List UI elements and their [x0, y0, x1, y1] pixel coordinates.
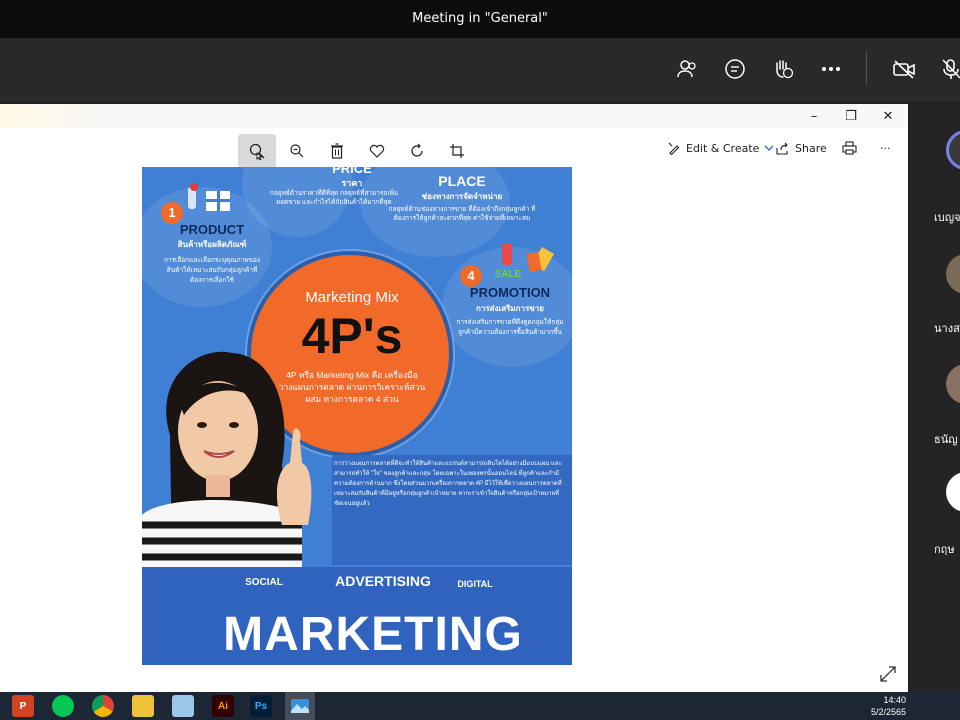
close-glyph: ✕ [882, 108, 894, 124]
more-icon[interactable] [818, 56, 844, 82]
meeting-toolbar [0, 38, 960, 102]
edit-create-label: Edit & Create [686, 141, 760, 155]
chevron-down-icon [764, 145, 774, 151]
crop-icon [450, 144, 464, 158]
gift-icon [184, 181, 236, 215]
windows-taskbar: P Ai Ps 14:40 5/2/2565 [0, 692, 960, 720]
raise-hand-icon[interactable] [770, 56, 796, 82]
crop-button[interactable] [438, 134, 476, 168]
product-subtitle: สินค้าหรือผลิตภัณฑ์ [177, 240, 247, 249]
illustrator-label: Ai [218, 700, 228, 712]
zoom-in-icon [249, 143, 265, 160]
favorite-button[interactable] [358, 134, 396, 168]
heart-icon [369, 144, 385, 158]
delete-button[interactable] [318, 134, 356, 168]
line-icon[interactable] [52, 695, 74, 717]
rotate-icon [411, 143, 423, 157]
edit-icon [668, 142, 680, 155]
circle-title: Marketing Mix [305, 289, 399, 306]
minimize-button[interactable]: – [796, 104, 832, 128]
more-options-button[interactable]: ··· [880, 138, 891, 158]
notepad-icon[interactable] [172, 695, 194, 717]
participant-name: ธนัญ [934, 434, 958, 446]
clock-time: 14:40 [883, 695, 906, 705]
participant-avatar[interactable] [946, 130, 960, 170]
illustrator-icon[interactable]: Ai [212, 695, 234, 717]
share-label: Share [795, 141, 827, 155]
system-clock[interactable]: 14:40 5/2/2565 [856, 694, 906, 718]
powerpoint-icon[interactable]: P [12, 695, 34, 717]
participant-avatar[interactable] [946, 364, 960, 404]
promotion-subtitle: การส่งเสริมการขาย [476, 304, 544, 313]
participant-avatar[interactable] [946, 254, 960, 294]
participant-name: เบญจ [934, 212, 960, 224]
marketing-poster-image: PRICE ราคา กลยุทธ์ด้านราคาที่ดีที่สุด กล… [142, 167, 572, 665]
place-description: กลยุทธ์ด้านช่องทางการขาย ที่ต้องเข้าถึงก… [388, 206, 536, 222]
restore-glyph: ❐ [845, 108, 857, 124]
promotion-number-badge: 4 [460, 265, 482, 287]
fullscreen-button[interactable] [878, 664, 898, 684]
clock-date: 5/2/2565 [870, 707, 906, 717]
marketing-label: MARKETING [223, 608, 523, 661]
product-description: การเลือกและเลือกระบุคุณภาพของสินค้าให้เห… [163, 257, 261, 284]
participants-rail: เบญจ นางส ธนัญ กฤษ [910, 104, 960, 692]
photoshop-icon[interactable]: Ps [250, 695, 272, 717]
close-button[interactable]: ✕ [870, 104, 906, 128]
promotion-title: PROMOTION [469, 285, 551, 300]
zoom-in-button[interactable] [238, 134, 276, 168]
window-title: Meeting in "General" [412, 11, 548, 26]
participant-avatar[interactable] [946, 472, 960, 512]
product-number-badge: 1 [161, 202, 183, 224]
mic-off-icon[interactable] [938, 56, 960, 82]
body-text: การวางแผนการตลาดที่ดีจะทำให้สินค้าและแบร… [334, 461, 562, 507]
photos-icon [291, 699, 309, 713]
social-label: SOCIAL [245, 577, 283, 588]
share-button[interactable]: Share [776, 138, 827, 158]
minimize-glyph: – [810, 108, 818, 124]
print-button[interactable] [842, 138, 857, 158]
place-subtitle: ช่องทางการจัดจำหน่าย [421, 192, 503, 201]
people-icon[interactable] [674, 56, 700, 82]
advertising-label: ADVERTISING [335, 573, 431, 589]
digital-label: DIGITAL [457, 579, 493, 589]
participant-name: กฤษ [934, 544, 955, 556]
share-icon [776, 142, 788, 155]
zoom-out-button[interactable] [278, 134, 316, 168]
chat-icon[interactable] [722, 56, 748, 82]
chrome-icon[interactable] [92, 695, 114, 717]
photos-toolbar: Edit & Create Share ··· [0, 128, 908, 168]
window-title-bar: Meeting in "General" [0, 0, 960, 38]
promotion-description: การส่งเสริมการขายที่ดึงดูดกลุ่มให้กลุ่มล… [456, 319, 564, 336]
camera-off-icon[interactable] [891, 56, 917, 82]
place-title: PLACE [438, 173, 486, 189]
expand-icon [880, 666, 896, 682]
file-explorer-icon[interactable] [132, 695, 154, 717]
product-title: PRODUCT [179, 222, 245, 237]
more-options-label: ··· [880, 141, 891, 155]
participant-name: นางส [934, 323, 960, 335]
edit-create-button[interactable]: Edit & Create [668, 138, 774, 158]
toolbar-divider [866, 52, 867, 84]
rotate-button[interactable] [398, 134, 436, 168]
photos-app-icon[interactable] [285, 692, 315, 720]
photoshop-label: Ps [254, 700, 268, 712]
trash-icon [331, 143, 343, 159]
sale-label: SALE [494, 269, 522, 280]
zoom-out-icon [290, 144, 304, 158]
photos-title-strip [0, 104, 908, 128]
print-icon [842, 141, 857, 155]
restore-button[interactable]: ❐ [833, 104, 869, 128]
